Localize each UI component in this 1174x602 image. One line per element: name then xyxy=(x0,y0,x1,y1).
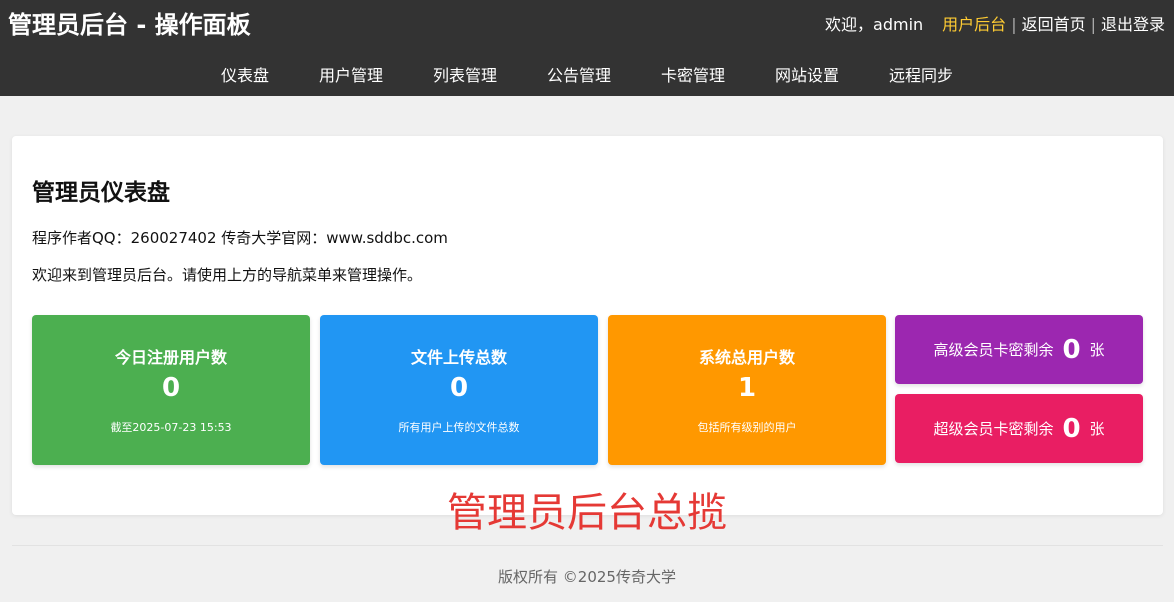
stat-label: 文件上传总数 xyxy=(410,348,507,367)
separator: | xyxy=(1011,15,1017,34)
stat-description: 截至2025-07-23 15:53 xyxy=(110,421,232,434)
stat-label: 系统总用户数 xyxy=(698,348,795,367)
nav-item-card-key-management[interactable]: 卡密管理 xyxy=(661,58,725,94)
super-card-key-remaining: 超级会员卡密剩余 0 张 xyxy=(895,394,1143,463)
card-count: 0 xyxy=(1062,334,1081,365)
card-label: 超级会员卡密剩余 xyxy=(933,420,1054,438)
card-unit: 张 xyxy=(1089,341,1105,359)
overlay-caption: 管理员后台总揽 xyxy=(447,490,727,536)
stat-card-total-uploads: 文件上传总数 0 所有用户上传的文件总数 xyxy=(320,315,598,465)
footer-copyright: 版权所有 ©2025传奇大学 xyxy=(498,568,676,586)
logout-link[interactable]: 退出登录 xyxy=(1101,13,1165,37)
home-link[interactable]: 返回首页 xyxy=(1022,13,1086,37)
user-backend-link[interactable]: 用户后台 xyxy=(942,13,1006,37)
top-header: 管理员后台 - 操作面板 欢迎，admin 用户后台 | 返回首页 | 退出登录… xyxy=(0,0,1174,96)
welcome-text: 欢迎，admin xyxy=(825,15,924,34)
nav-item-announcement-management[interactable]: 公告管理 xyxy=(547,58,611,94)
nav-item-user-management[interactable]: 用户管理 xyxy=(319,58,383,94)
page-title: 管理员仪表盘 xyxy=(32,180,170,206)
dashboard-panel: 管理员仪表盘 程序作者QQ：260027402 传奇大学官网：www.sddbc… xyxy=(12,136,1163,515)
stat-card-today-registrations: 今日注册用户数 0 截至2025-07-23 15:53 xyxy=(32,315,310,465)
site-title: 管理员后台 - 操作面板 xyxy=(8,11,251,39)
stat-card-total-users: 系统总用户数 1 包括所有级别的用户 xyxy=(608,315,886,465)
stat-description: 包括所有级别的用户 xyxy=(697,421,797,434)
nav-item-site-settings[interactable]: 网站设置 xyxy=(775,58,839,94)
welcome-message: 欢迎来到管理员后台。请使用上方的导航菜单来管理操作。 xyxy=(32,266,423,284)
card-label: 高级会员卡密剩余 xyxy=(933,341,1054,359)
nav-item-list-management[interactable]: 列表管理 xyxy=(433,58,497,94)
nav-item-dashboard[interactable]: 仪表盘 xyxy=(221,58,269,94)
stat-value: 0 xyxy=(449,373,469,403)
stat-value: 1 xyxy=(737,373,757,403)
footer-divider xyxy=(12,545,1163,546)
premium-card-key-remaining: 高级会员卡密剩余 0 张 xyxy=(895,315,1143,384)
card-unit: 张 xyxy=(1089,420,1105,438)
stat-label: 今日注册用户数 xyxy=(114,348,227,367)
user-links: 欢迎，admin 用户后台 | 返回首页 | 退出登录 xyxy=(825,13,1165,37)
stat-description: 所有用户上传的文件总数 xyxy=(398,421,520,434)
author-info: 程序作者QQ：260027402 传奇大学官网：www.sddbc.com xyxy=(32,229,448,247)
main-nav: 仪表盘 用户管理 列表管理 公告管理 卡密管理 网站设置 远程同步 xyxy=(0,58,1174,94)
stat-value: 0 xyxy=(161,373,181,403)
separator: | xyxy=(1090,15,1096,34)
nav-item-remote-sync[interactable]: 远程同步 xyxy=(889,58,953,94)
card-count: 0 xyxy=(1062,413,1081,444)
